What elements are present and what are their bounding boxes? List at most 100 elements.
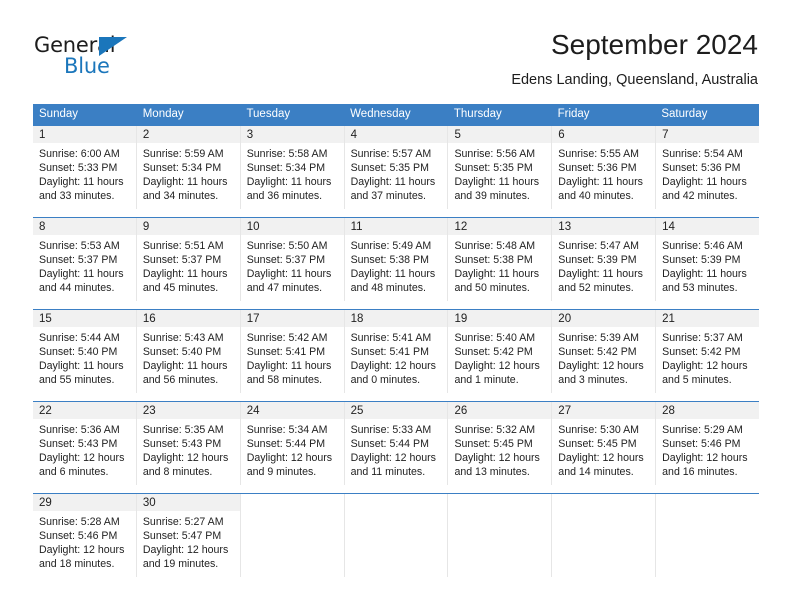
daylight-text-line2: and 37 minutes.	[350, 190, 426, 202]
day-cell[interactable]: 13 Sunrise: 5:47 AM Sunset: 5:39 PM Dayl…	[552, 218, 657, 301]
day-number: 23	[136, 402, 240, 419]
day-cell[interactable]: 15 Sunrise: 5:44 AM Sunset: 5:40 PM Dayl…	[33, 310, 137, 393]
daylight-text-line1: Daylight: 11 hours	[454, 176, 540, 188]
day-details: Sunrise: 5:51 AM Sunset: 5:37 PM Dayligh…	[137, 235, 240, 301]
daylight-text-line2: and 0 minutes.	[350, 374, 421, 386]
sunset-text: Sunset: 5:41 PM	[246, 346, 326, 358]
sunrise-text: Sunrise: 5:58 AM	[246, 148, 328, 160]
day-cell[interactable]: 24 Sunrise: 5:34 AM Sunset: 5:44 PM Dayl…	[240, 402, 345, 485]
daylight-text-line2: and 9 minutes.	[246, 466, 317, 478]
day-details: Sunrise: 5:55 AM Sunset: 5:36 PM Dayligh…	[552, 143, 655, 209]
day-number: 12	[448, 218, 552, 235]
daylight-text-line2: and 14 minutes.	[558, 466, 634, 478]
day-cell[interactable]: 20 Sunrise: 5:39 AM Sunset: 5:42 PM Dayl…	[552, 310, 657, 393]
daylight-text-line1: Daylight: 11 hours	[454, 268, 540, 280]
day-cell[interactable]: 10 Sunrise: 5:50 AM Sunset: 5:37 PM Dayl…	[240, 218, 345, 301]
day-number: 22	[33, 402, 136, 419]
daylight-text-line1: Daylight: 11 hours	[142, 176, 228, 188]
day-cell-empty	[344, 494, 449, 577]
day-number: 27	[552, 402, 656, 419]
day-cell-empty	[240, 494, 345, 577]
day-cell[interactable]: 22 Sunrise: 5:36 AM Sunset: 5:43 PM Dayl…	[33, 402, 137, 485]
day-cell[interactable]: 1 Sunrise: 6:00 AM Sunset: 5:33 PM Dayli…	[33, 126, 137, 209]
logo-text-blue: Blue	[64, 54, 110, 78]
day-cell[interactable]: 4 Sunrise: 5:57 AM Sunset: 5:35 PM Dayli…	[344, 126, 449, 209]
page-header: General Blue September 2024 Edens Landin…	[0, 0, 792, 100]
day-cell[interactable]: 7 Sunrise: 5:54 AM Sunset: 5:36 PM Dayli…	[656, 126, 760, 209]
day-details: Sunrise: 5:56 AM Sunset: 5:35 PM Dayligh…	[448, 143, 551, 209]
day-number: 1	[33, 126, 136, 143]
day-cell[interactable]: 12 Sunrise: 5:48 AM Sunset: 5:38 PM Dayl…	[448, 218, 553, 301]
daylight-text-line1: Daylight: 12 hours	[350, 452, 436, 464]
day-cell[interactable]: 18 Sunrise: 5:41 AM Sunset: 5:41 PM Dayl…	[344, 310, 449, 393]
weekday-tuesday: Tuesday	[246, 108, 291, 120]
sunset-text: Sunset: 5:44 PM	[350, 438, 429, 450]
sunset-text: Sunset: 5:40 PM	[142, 346, 222, 358]
sunrise-text: Sunrise: 5:33 AM	[350, 424, 432, 436]
day-number: 26	[448, 402, 552, 419]
day-cell[interactable]: 25 Sunrise: 5:33 AM Sunset: 5:44 PM Dayl…	[344, 402, 449, 485]
sunrise-text: Sunrise: 5:56 AM	[454, 148, 536, 160]
daylight-text-line2: and 8 minutes.	[142, 466, 213, 478]
sunset-text: Sunset: 5:40 PM	[39, 346, 118, 358]
daylight-text-line1: Daylight: 12 hours	[142, 452, 229, 464]
weekday-thursday: Thursday	[453, 108, 502, 120]
calendar-grid: Sunday Monday Tuesday Wednesday Thursday…	[33, 104, 760, 577]
sunrise-text: Sunrise: 5:42 AM	[246, 332, 328, 344]
day-details: Sunrise: 5:42 AM Sunset: 5:41 PM Dayligh…	[241, 327, 344, 393]
day-cell[interactable]: 21 Sunrise: 5:37 AM Sunset: 5:42 PM Dayl…	[656, 310, 760, 393]
daylight-text-line1: Daylight: 11 hours	[662, 176, 747, 188]
day-details: Sunrise: 5:35 AM Sunset: 5:43 PM Dayligh…	[137, 419, 240, 485]
day-cell[interactable]: 6 Sunrise: 5:55 AM Sunset: 5:36 PM Dayli…	[552, 126, 657, 209]
day-cell[interactable]: 11 Sunrise: 5:49 AM Sunset: 5:38 PM Dayl…	[344, 218, 449, 301]
day-cell[interactable]: 8 Sunrise: 5:53 AM Sunset: 5:37 PM Dayli…	[33, 218, 137, 301]
day-number: 7	[656, 126, 760, 143]
daylight-text-line2: and 52 minutes.	[558, 282, 634, 294]
week-row: 22 Sunrise: 5:36 AM Sunset: 5:43 PM Dayl…	[33, 401, 760, 485]
daylight-text-line1: Daylight: 12 hours	[246, 452, 333, 464]
sunrise-text: Sunrise: 5:37 AM	[662, 332, 743, 344]
day-cell[interactable]: 14 Sunrise: 5:46 AM Sunset: 5:39 PM Dayl…	[656, 218, 760, 301]
sunset-text: Sunset: 5:46 PM	[662, 438, 741, 450]
day-cell[interactable]: 27 Sunrise: 5:30 AM Sunset: 5:45 PM Dayl…	[552, 402, 657, 485]
sunset-text: Sunset: 5:37 PM	[142, 254, 222, 266]
day-cell[interactable]: 16 Sunrise: 5:43 AM Sunset: 5:40 PM Dayl…	[136, 310, 241, 393]
sunrise-text: Sunrise: 5:41 AM	[350, 332, 432, 344]
day-cell[interactable]: 3 Sunrise: 5:58 AM Sunset: 5:34 PM Dayli…	[240, 126, 345, 209]
daylight-text-line2: and 34 minutes.	[142, 190, 219, 202]
day-cell[interactable]: 2 Sunrise: 5:59 AM Sunset: 5:34 PM Dayli…	[136, 126, 241, 209]
sunrise-text: Sunrise: 5:29 AM	[662, 424, 743, 436]
sunset-text: Sunset: 5:38 PM	[454, 254, 533, 266]
day-cell[interactable]: 26 Sunrise: 5:32 AM Sunset: 5:45 PM Dayl…	[448, 402, 553, 485]
week-row: 1 Sunrise: 6:00 AM Sunset: 5:33 PM Dayli…	[33, 126, 760, 209]
day-cell[interactable]: 9 Sunrise: 5:51 AM Sunset: 5:37 PM Dayli…	[136, 218, 241, 301]
day-cell[interactable]: 23 Sunrise: 5:35 AM Sunset: 5:43 PM Dayl…	[136, 402, 241, 485]
sunrise-text: Sunrise: 5:40 AM	[454, 332, 536, 344]
day-number: 14	[656, 218, 760, 235]
day-cell[interactable]: 28 Sunrise: 5:29 AM Sunset: 5:46 PM Dayl…	[656, 402, 760, 485]
day-cell[interactable]: 30 Sunrise: 5:27 AM Sunset: 5:47 PM Dayl…	[136, 494, 241, 577]
calendar-page: General Blue September 2024 Edens Landin…	[0, 0, 792, 612]
day-number	[240, 494, 344, 511]
day-number: 29	[33, 494, 136, 511]
day-cell-empty	[656, 494, 760, 577]
day-number	[552, 494, 656, 511]
daylight-text-line2: and 1 minute.	[454, 374, 519, 386]
sunrise-text: Sunrise: 5:30 AM	[558, 424, 639, 436]
sunrise-text: Sunrise: 5:47 AM	[558, 240, 639, 252]
day-cell[interactable]: 5 Sunrise: 5:56 AM Sunset: 5:35 PM Dayli…	[448, 126, 553, 209]
day-cell[interactable]: 19 Sunrise: 5:40 AM Sunset: 5:42 PM Dayl…	[448, 310, 553, 393]
day-details: Sunrise: 5:37 AM Sunset: 5:42 PM Dayligh…	[656, 327, 759, 393]
week-row: 15 Sunrise: 5:44 AM Sunset: 5:40 PM Dayl…	[33, 309, 760, 393]
sunset-text: Sunset: 5:42 PM	[558, 346, 637, 358]
sunset-text: Sunset: 5:39 PM	[558, 254, 637, 266]
day-details: Sunrise: 5:36 AM Sunset: 5:43 PM Dayligh…	[33, 419, 136, 485]
day-details: Sunrise: 5:32 AM Sunset: 5:45 PM Dayligh…	[448, 419, 551, 485]
daylight-text-line1: Daylight: 11 hours	[246, 176, 332, 188]
sunset-text: Sunset: 5:35 PM	[350, 162, 429, 174]
day-cell[interactable]: 17 Sunrise: 5:42 AM Sunset: 5:41 PM Dayl…	[240, 310, 345, 393]
day-details: Sunrise: 5:49 AM Sunset: 5:38 PM Dayligh…	[345, 235, 448, 301]
daylight-text-line2: and 36 minutes.	[246, 190, 323, 202]
day-number: 6	[552, 126, 656, 143]
day-cell[interactable]: 29 Sunrise: 5:28 AM Sunset: 5:46 PM Dayl…	[33, 494, 137, 577]
